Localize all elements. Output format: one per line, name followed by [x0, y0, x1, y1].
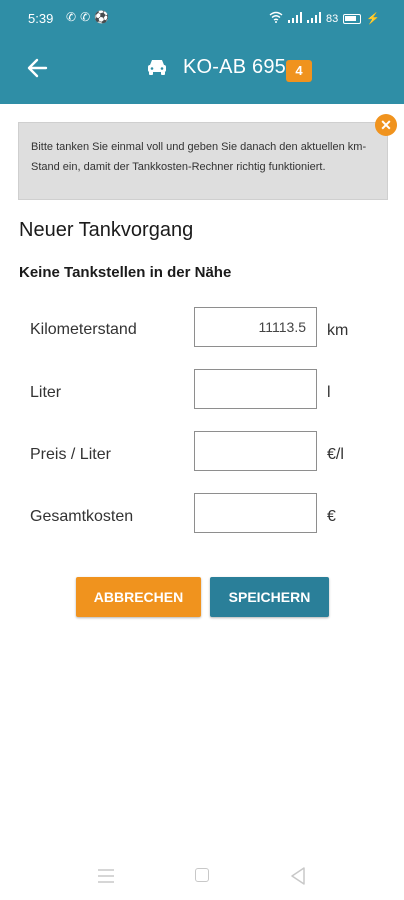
- charging-icon: ⚡: [366, 13, 380, 25]
- liter-input[interactable]: [194, 369, 317, 409]
- menu-icon[interactable]: [98, 869, 114, 883]
- info-notice: Bitte tanken Sie einmal voll und geben S…: [18, 122, 388, 200]
- mileage-input[interactable]: [194, 307, 317, 347]
- system-nav-bar: [0, 855, 404, 900]
- total-cost-unit: €: [327, 508, 336, 525]
- notice-text: Bitte tanken Sie einmal voll und geben S…: [31, 141, 367, 173]
- home-icon[interactable]: [195, 868, 209, 882]
- total-cost-input[interactable]: [194, 493, 317, 533]
- price-per-liter-input[interactable]: [194, 431, 317, 471]
- mileage-label: Kilometerstand: [30, 321, 137, 338]
- status-time: 5:39: [28, 11, 54, 26]
- soccer-icon: ⚽: [94, 10, 110, 24]
- total-cost-label: Gesamtkosten: [30, 508, 134, 525]
- phone-icon: ✆: [66, 10, 77, 24]
- mileage-unit: km: [327, 322, 349, 339]
- status-right-icons: 83 ⚡: [269, 11, 380, 26]
- app-bar: KO-AB 695 4: [0, 38, 404, 104]
- status-bar: 5:39 ✆ ✆ ⚽ 83 ⚡: [0, 0, 404, 38]
- battery-icon: [343, 13, 362, 24]
- back-arrow-icon[interactable]: [24, 54, 52, 82]
- status-left-icons: ✆ ✆ ⚽: [66, 10, 109, 24]
- wifi-call-icon: ✆: [80, 10, 91, 24]
- cancel-button[interactable]: ABBRECHEN: [76, 577, 201, 617]
- close-icon[interactable]: ✕: [375, 114, 397, 136]
- liter-unit: l: [327, 384, 331, 401]
- car-icon: [146, 58, 168, 76]
- vehicle-plate: KO-AB 695: [183, 56, 286, 78]
- back-triangle-icon[interactable]: [290, 867, 306, 885]
- save-button[interactable]: SPEICHERN: [210, 577, 329, 617]
- signal-icon-2: [307, 11, 322, 26]
- liter-label: Liter: [30, 384, 62, 401]
- battery-level: 83: [326, 12, 339, 25]
- page-title: Neuer Tankvorgang: [19, 219, 194, 241]
- signal-icon: [288, 11, 303, 26]
- price-per-liter-label: Preis / Liter: [30, 446, 111, 463]
- vehicle-count-badge: 4: [286, 60, 312, 82]
- price-per-liter-unit: €/l: [327, 446, 344, 463]
- gas-station-status: Keine Tankstellen in der Nähe: [19, 264, 232, 281]
- wifi-icon: [269, 11, 283, 26]
